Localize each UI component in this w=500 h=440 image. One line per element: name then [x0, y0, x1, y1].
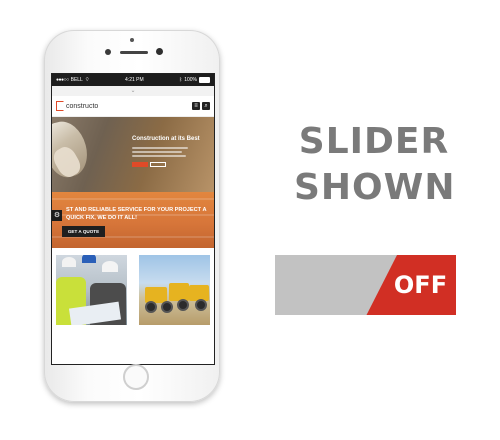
wood-texture-line: [52, 198, 214, 200]
hero-secondary-button[interactable]: [150, 162, 166, 167]
loader-body: [169, 283, 189, 301]
hero-primary-button[interactable]: [132, 162, 148, 167]
front-camera: [105, 49, 111, 55]
earpiece-speaker: [120, 51, 148, 54]
hard-hat: [102, 261, 118, 272]
machinery-image[interactable]: [139, 255, 210, 325]
home-button[interactable]: [123, 364, 149, 390]
hero-slider[interactable]: Construction at its Best: [52, 117, 214, 192]
menu-icon[interactable]: ≡: [192, 102, 200, 110]
promo-text: ST AND RELIABLE SERVICE FOR YOUR PROJECT…: [66, 207, 207, 221]
bluetooth-icon: ᛒ: [179, 77, 183, 83]
hero-text-line: [132, 147, 188, 149]
logo-text: constructo: [66, 102, 99, 110]
hero-text-line: [132, 155, 186, 157]
sensor-dot: [156, 48, 163, 55]
chevron-down-icon[interactable]: ⌄: [52, 86, 214, 96]
get-quote-button[interactable]: GET A QUOTE: [62, 226, 105, 237]
hard-hat: [62, 257, 76, 267]
status-time: 4:21 PM: [125, 77, 144, 83]
phone-screen: ●●●○○ BELL ⌔ 4:21 PM ᛒ 100% ⌄ constructo…: [51, 73, 215, 365]
wheel: [161, 301, 173, 313]
carrier-label: BELL: [70, 77, 83, 83]
search-icon[interactable]: ⌕: [202, 102, 210, 110]
gear-icon[interactable]: ⚙: [52, 210, 62, 221]
slider-shown-title: SLIDER SHOWN: [294, 121, 456, 208]
workers-image[interactable]: [56, 255, 127, 325]
wifi-icon: ⌔: [84, 77, 90, 83]
proximity-sensor: [130, 38, 134, 42]
toggle-state-label: OFF: [393, 271, 448, 299]
slider-toggle[interactable]: OFF: [275, 255, 456, 315]
hero-title: Construction at its Best: [132, 136, 200, 142]
toggle-off-track: [275, 255, 397, 315]
wheel: [195, 299, 207, 311]
battery-percent: 100%: [184, 77, 197, 83]
signal-icon: ●●●○○: [56, 77, 69, 83]
logo-mark-icon: [56, 101, 64, 111]
phone-mockup: ●●●○○ BELL ⌔ 4:21 PM ᛒ 100% ⌄ constructo…: [44, 30, 220, 402]
hero-text-line: [132, 151, 182, 153]
wheel: [177, 299, 189, 311]
site-logo[interactable]: constructo: [56, 101, 98, 111]
wheel: [145, 301, 157, 313]
battery-icon: [198, 77, 210, 83]
hard-hat: [82, 255, 96, 263]
thumbnail-row: [52, 255, 214, 337]
site-header: constructo ≡ ⌕: [52, 96, 214, 117]
promo-banner: ⚙ ST AND RELIABLE SERVICE FOR YOUR PROJE…: [52, 192, 214, 248]
status-bar: ●●●○○ BELL ⌔ 4:21 PM ᛒ 100%: [52, 74, 214, 86]
